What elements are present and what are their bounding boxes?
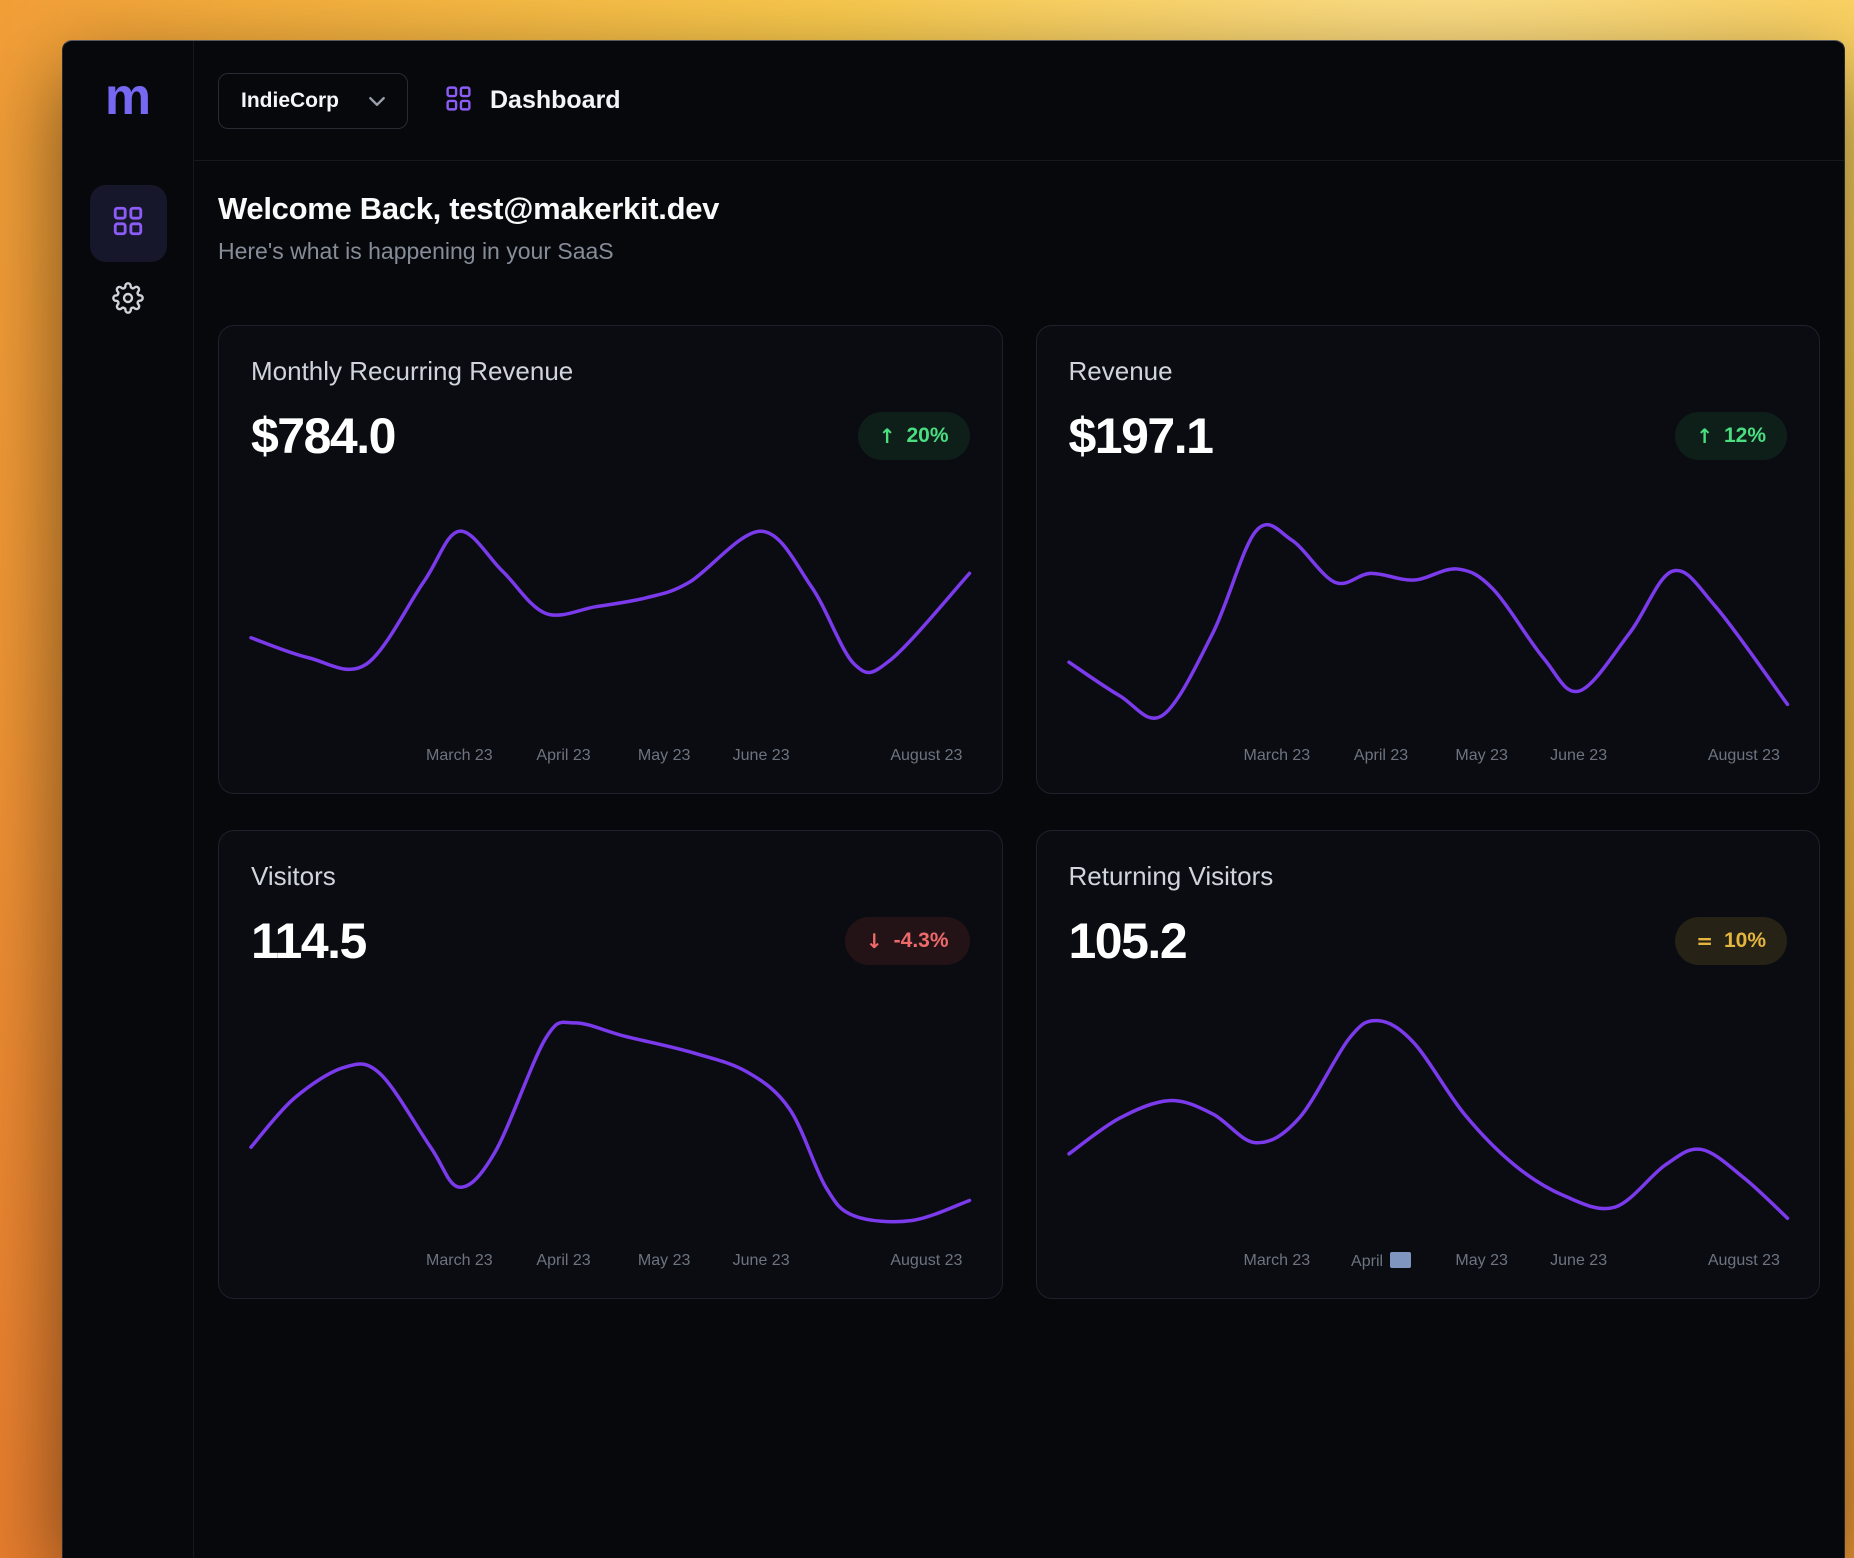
x-axis-label: June 23 xyxy=(733,747,790,765)
arrow-down-icon: ↓ xyxy=(866,929,883,953)
metric-value: 105.2 xyxy=(1069,912,1187,970)
card-title: Visitors xyxy=(251,861,970,892)
card-title: Revenue xyxy=(1069,356,1788,387)
chart-x-axis: March 23 April 23 May 23 June 23 August … xyxy=(251,1252,970,1274)
metric-card-visitors: Visitors 114.5 ↓ -4.3% Mar xyxy=(218,830,1003,1299)
metric-card-revenue: Revenue $197.1 ↑ 12% March xyxy=(1036,325,1821,794)
x-axis-label: May 23 xyxy=(638,1252,690,1270)
x-axis-label: April 23 xyxy=(536,747,590,765)
line-chart xyxy=(251,1014,970,1236)
line-chart xyxy=(251,509,970,731)
metric-value: $784.0 xyxy=(251,407,395,465)
page-title: Dashboard xyxy=(490,86,621,115)
x-axis-label: March 23 xyxy=(426,1252,493,1270)
grid-icon xyxy=(111,204,145,243)
x-axis-label: June 23 xyxy=(733,1252,790,1270)
sidebar-item-dashboard[interactable] xyxy=(90,185,167,262)
trend-value: 10% xyxy=(1724,929,1766,953)
x-axis-label: August 23 xyxy=(1708,1252,1780,1270)
grid-icon xyxy=(444,84,473,118)
chart-x-axis: March 23 April 23 May 23 June 23 August … xyxy=(251,747,970,769)
makerkit-logo: m xyxy=(105,71,151,123)
metric-value: $197.1 xyxy=(1069,407,1213,465)
chart-x-axis: March 23 April 23 May 23 June 23 August … xyxy=(1069,747,1788,769)
x-axis-label: June 23 xyxy=(1550,747,1607,765)
x-axis-label: June 23 xyxy=(1550,1252,1607,1270)
welcome-subheading: Here's what is happening in your SaaS xyxy=(218,238,1820,265)
x-axis-label: May 23 xyxy=(1455,1252,1507,1270)
main-area: IndieCorp Dashboard Welcome Back xyxy=(194,41,1844,1558)
trend-value: 20% xyxy=(906,424,948,448)
x-axis-label: May 23 xyxy=(1455,747,1507,765)
trend-badge: = 10% xyxy=(1675,917,1787,965)
x-axis-label: March 23 xyxy=(1244,1252,1311,1270)
card-title: Returning Visitors xyxy=(1069,861,1788,892)
x-axis-label: March 23 xyxy=(426,747,493,765)
x-axis-label: August 23 xyxy=(890,1252,962,1270)
app-window: m IndieCorp xyxy=(62,40,1845,1558)
trend-value: -4.3% xyxy=(894,929,949,953)
welcome-heading: Welcome Back, test@makerkit.dev xyxy=(218,191,1820,227)
x-axis-label: August 23 xyxy=(890,747,962,765)
arrow-up-icon: ↑ xyxy=(1696,424,1713,448)
line-chart xyxy=(1069,1014,1788,1236)
workspace-selector[interactable]: IndieCorp xyxy=(218,73,408,129)
x-axis-label: April 23 xyxy=(536,1252,590,1270)
metric-card-returning-visitors: Returning Visitors 105.2 = 10% xyxy=(1036,830,1821,1299)
trend-badge: ↓ -4.3% xyxy=(845,917,970,965)
gear-icon xyxy=(112,282,144,319)
x-axis-label: March 23 xyxy=(1244,747,1311,765)
sidebar: m xyxy=(63,41,194,1558)
x-axis-label: August 23 xyxy=(1708,747,1780,765)
x-axis-label: May 23 xyxy=(638,747,690,765)
dashboard-content: Welcome Back, test@makerkit.dev Here's w… xyxy=(194,161,1844,1299)
x-axis-label: April xyxy=(1351,1252,1411,1271)
x-axis-label: April 23 xyxy=(1354,747,1408,765)
sidebar-item-settings[interactable] xyxy=(90,268,167,332)
desktop-wallpaper: { "sidebar": { "logo_text": "m", "nav_it… xyxy=(0,0,1854,1558)
metric-value: 114.5 xyxy=(251,912,366,970)
trend-badge: ↑ 20% xyxy=(858,412,970,460)
selection-highlight xyxy=(1390,1252,1411,1268)
trend-value: 12% xyxy=(1724,424,1766,448)
workspace-name: IndieCorp xyxy=(241,89,339,113)
chart-x-axis: March 23 April May 23 June 23 August 23 xyxy=(1069,1252,1788,1274)
trend-badge: ↑ 12% xyxy=(1675,412,1787,460)
metric-card-grid: Monthly Recurring Revenue $784.0 ↑ 20% xyxy=(218,325,1820,1299)
line-chart xyxy=(1069,509,1788,731)
chevron-down-icon xyxy=(369,89,385,113)
topbar: IndieCorp Dashboard xyxy=(194,41,1844,161)
card-title: Monthly Recurring Revenue xyxy=(251,356,970,387)
breadcrumb: Dashboard xyxy=(444,84,621,118)
equals-icon: = xyxy=(1696,929,1713,953)
metric-card-mrr: Monthly Recurring Revenue $784.0 ↑ 20% xyxy=(218,325,1003,794)
arrow-up-icon: ↑ xyxy=(879,424,896,448)
